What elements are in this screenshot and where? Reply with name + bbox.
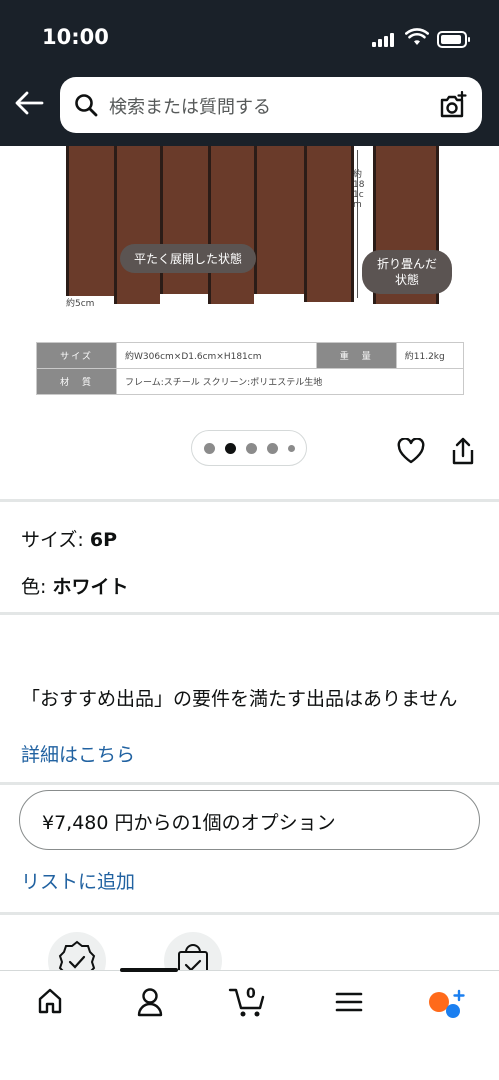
divider [0, 782, 499, 785]
carousel-dot-active[interactable] [224, 442, 236, 454]
spec-size-label: サイズ [36, 342, 117, 369]
carousel-dot[interactable] [245, 442, 257, 454]
flat-state-label: 平たく展開した状態 [120, 244, 257, 273]
search-bar[interactable]: 検索または質問する [60, 77, 482, 133]
bottom-navigation: 0 [0, 968, 499, 1080]
search-placeholder[interactable]: 検索または質問する [109, 93, 271, 119]
carousel-dot[interactable] [287, 444, 295, 452]
home-icon[interactable] [36, 987, 64, 1015]
image-carousel-indicator[interactable] [191, 430, 307, 466]
search-icon [75, 94, 98, 117]
divider [0, 612, 499, 615]
divider [0, 912, 499, 915]
buying-options-label[interactable]: ¥7,480 円からの1個のオプション [42, 808, 336, 835]
spec-table: サイズ 約W306cm×D1.6cm×H181cm 重 量 約11.2kg 材 … [36, 342, 465, 395]
carousel-dot[interactable] [203, 442, 215, 454]
active-tab-indicator [120, 968, 178, 972]
heart-icon[interactable] [397, 438, 425, 464]
cart-button[interactable]: 0 [228, 985, 268, 1019]
product-image[interactable]: 約181cm 約5cm 平たく展開した状態 折り畳んだ 状態 サイズ 約W306… [0, 146, 499, 402]
carousel-dot[interactable] [266, 442, 278, 454]
color-value: ホワイト [52, 576, 129, 598]
add-to-list-link[interactable]: リストに追加 [21, 867, 135, 894]
menu-icon[interactable] [335, 991, 363, 1013]
cellular-signal-icon [372, 33, 394, 47]
account-icon[interactable] [136, 987, 164, 1017]
spec-material-value: フレーム:スチール スクリーン:ポリエステル生地 [116, 368, 464, 395]
spec-material-label: 材 質 [36, 368, 117, 395]
spec-weight-label: 重 量 [315, 342, 397, 369]
size-label: サイズ: [21, 529, 84, 551]
color-label: 色: [21, 576, 47, 598]
details-link[interactable]: 詳細はこちら [21, 740, 135, 767]
featured-offer-notice: 「おすすめ出品」の要件を満たす出品はありません [21, 688, 458, 710]
divider [0, 499, 499, 502]
camera-search-icon[interactable] [438, 91, 468, 121]
size-row[interactable]: サイズ: 6P [21, 525, 117, 552]
color-row[interactable]: 色: ホワイト [21, 572, 128, 599]
back-arrow-icon[interactable] [14, 90, 44, 116]
height-dimension: 約181cm [353, 170, 365, 210]
app-header: 10:00 検索または質問する [0, 0, 499, 146]
battery-icon [437, 31, 470, 48]
size-value: 6P [89, 529, 118, 551]
foot-dimension: 約5cm [66, 299, 95, 309]
buying-options-button[interactable]: ¥7,480 円からの1個のオプション [19, 790, 480, 850]
spec-size-value: 約W306cm×D1.6cm×H181cm [116, 342, 317, 369]
cart-count: 0 [246, 986, 256, 1002]
status-time: 10:00 [42, 25, 109, 49]
spec-weight-value: 約11.2kg [395, 342, 465, 369]
folded-state-label: 折り畳んだ 状態 [362, 250, 452, 294]
rufus-assistant-icon[interactable] [428, 989, 466, 1021]
share-icon[interactable] [451, 436, 475, 466]
wifi-icon [405, 28, 429, 45]
